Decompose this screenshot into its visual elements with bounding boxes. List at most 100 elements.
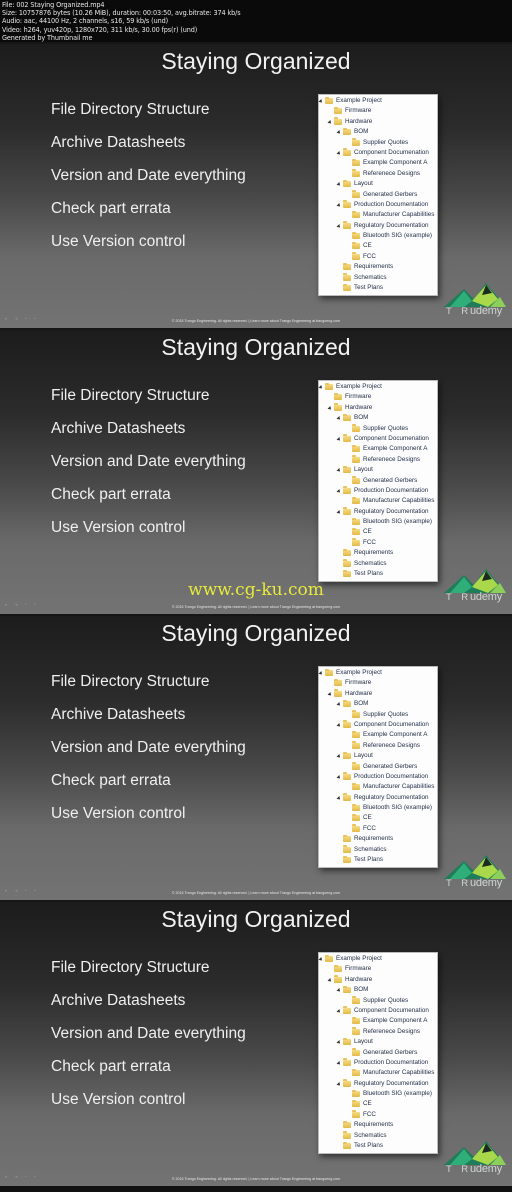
tree-node[interactable]: CE	[319, 241, 437, 251]
expand-arrow-icon[interactable]	[336, 702, 342, 708]
tree-node[interactable]: Production Documentation	[319, 486, 437, 496]
tree-node[interactable]: Schematics	[319, 559, 437, 569]
expand-arrow-icon[interactable]	[336, 468, 342, 474]
tree-node[interactable]: CE	[319, 813, 437, 823]
tree-node[interactable]: Layout	[319, 1037, 437, 1047]
tree-node[interactable]: CE	[319, 1099, 437, 1109]
expand-arrow-icon[interactable]	[336, 988, 342, 994]
tree-node[interactable]: Hardware	[319, 975, 437, 985]
tree-node[interactable]: BOM	[319, 413, 437, 423]
tree-node[interactable]: Example Component A	[319, 444, 437, 454]
expand-arrow-icon[interactable]	[327, 977, 333, 983]
tree-node[interactable]: Supplier Quotes	[319, 424, 437, 434]
tree-node[interactable]: Referenece Designs	[319, 741, 437, 751]
tree-node[interactable]: Supplier Quotes	[319, 710, 437, 720]
expand-arrow-icon[interactable]	[336, 130, 342, 136]
tree-node[interactable]: Firmware	[319, 106, 437, 116]
tree-node[interactable]: Requirements	[319, 1120, 437, 1130]
tree-node[interactable]: Regulatory Documentation	[319, 1079, 437, 1089]
expand-arrow-icon[interactable]	[336, 202, 342, 208]
tree-node[interactable]: Requirements	[319, 834, 437, 844]
tree-node[interactable]: Example Component A	[319, 730, 437, 740]
expand-arrow-icon[interactable]	[336, 416, 342, 422]
expand-arrow-icon[interactable]	[336, 509, 342, 515]
expand-arrow-icon[interactable]	[336, 488, 342, 494]
tree-node[interactable]: Generated Gerbers	[319, 476, 437, 486]
tree-node[interactable]: Requirements	[319, 548, 437, 558]
tree-node[interactable]: Firmware	[319, 964, 437, 974]
tree-node[interactable]: Generated Gerbers	[319, 762, 437, 772]
tree-node[interactable]: Test Plans	[319, 855, 437, 865]
tree-node[interactable]: Bluetooth SIG (example)	[319, 517, 437, 527]
tree-node[interactable]: CE	[319, 527, 437, 537]
tree-node[interactable]: Component Documenation	[319, 434, 437, 444]
tree-node[interactable]: Requirements	[319, 262, 437, 272]
tree-node[interactable]: Hardware	[319, 117, 437, 127]
expand-arrow-icon[interactable]	[336, 754, 342, 760]
tree-node[interactable]: Example Component A	[319, 158, 437, 168]
tree-node[interactable]: Regulatory Documentation	[319, 507, 437, 517]
tree-node[interactable]: Supplier Quotes	[319, 996, 437, 1006]
expand-arrow-icon[interactable]	[336, 795, 342, 801]
tree-node[interactable]: Production Documentation	[319, 1058, 437, 1068]
tree-node[interactable]: Hardware	[319, 403, 437, 413]
expand-arrow-icon[interactable]	[327, 119, 333, 125]
tree-node[interactable]: FCC	[319, 1110, 437, 1120]
expand-arrow-icon[interactable]	[327, 405, 333, 411]
tree-node[interactable]: Generated Gerbers	[319, 190, 437, 200]
expand-arrow-icon[interactable]	[336, 182, 342, 188]
tree-node[interactable]: Regulatory Documentation	[319, 793, 437, 803]
tree-node[interactable]: Bluetooth SIG (example)	[319, 231, 437, 241]
tree-node[interactable]: Firmware	[319, 678, 437, 688]
tree-node[interactable]: Referenece Designs	[319, 1027, 437, 1037]
tree-node[interactable]: Referenece Designs	[319, 169, 437, 179]
tree-node[interactable]: FCC	[319, 824, 437, 834]
tree-node[interactable]: Manufacturer Capabilities	[319, 782, 437, 792]
expand-arrow-icon[interactable]	[327, 691, 333, 697]
tree-node[interactable]: BOM	[319, 699, 437, 709]
expand-arrow-icon[interactable]	[336, 722, 342, 728]
tree-node[interactable]: Hardware	[319, 689, 437, 699]
tree-node[interactable]: Firmware	[319, 392, 437, 402]
tree-node[interactable]: Layout	[319, 751, 437, 761]
tree-node[interactable]: Production Documentation	[319, 200, 437, 210]
tree-node[interactable]: Schematics	[319, 1131, 437, 1141]
tree-node[interactable]: Generated Gerbers	[319, 1048, 437, 1058]
tree-node[interactable]: Manufacturer Capabilities	[319, 210, 437, 220]
tree-node[interactable]: Manufacturer Capabilities	[319, 1068, 437, 1078]
tree-node[interactable]: FCC	[319, 252, 437, 262]
tree-node[interactable]: Supplier Quotes	[319, 138, 437, 148]
tree-node[interactable]: Layout	[319, 179, 437, 189]
tree-node[interactable]: Production Documentation	[319, 772, 437, 782]
tree-node[interactable]: Component Documenation	[319, 720, 437, 730]
tree-node[interactable]: Bluetooth SIG (example)	[319, 803, 437, 813]
tree-node[interactable]: BOM	[319, 127, 437, 137]
tree-node[interactable]: Example Project	[318, 96, 437, 106]
expand-arrow-icon[interactable]	[336, 1081, 342, 1087]
tree-node[interactable]: Example Component A	[319, 1016, 437, 1026]
tree-node[interactable]: Test Plans	[319, 569, 437, 579]
tree-node[interactable]: Bluetooth SIG (example)	[319, 1089, 437, 1099]
expand-arrow-icon[interactable]	[336, 150, 342, 156]
tree-node[interactable]: Test Plans	[319, 1141, 437, 1151]
expand-arrow-icon[interactable]	[336, 774, 342, 780]
expand-arrow-icon[interactable]	[336, 223, 342, 229]
tree-node[interactable]: Example Project	[318, 668, 437, 678]
expand-arrow-icon[interactable]	[336, 1040, 342, 1046]
expand-arrow-icon[interactable]	[336, 1060, 342, 1066]
expand-arrow-icon[interactable]	[318, 99, 324, 104]
tree-node[interactable]: Layout	[319, 465, 437, 475]
tree-node[interactable]: Schematics	[319, 845, 437, 855]
tree-node[interactable]: Example Project	[318, 382, 437, 392]
tree-node[interactable]: Component Documenation	[319, 1006, 437, 1016]
tree-node[interactable]: Component Documenation	[319, 148, 437, 158]
expand-arrow-icon[interactable]	[318, 385, 324, 390]
expand-arrow-icon[interactable]	[336, 1008, 342, 1014]
tree-node[interactable]: Example Project	[318, 954, 437, 964]
tree-node[interactable]: BOM	[319, 985, 437, 995]
tree-node[interactable]: Manufacturer Capabilities	[319, 496, 437, 506]
tree-node[interactable]: Referenece Designs	[319, 455, 437, 465]
expand-arrow-icon[interactable]	[336, 436, 342, 442]
expand-arrow-icon[interactable]	[318, 957, 324, 962]
expand-arrow-icon[interactable]	[318, 671, 324, 676]
